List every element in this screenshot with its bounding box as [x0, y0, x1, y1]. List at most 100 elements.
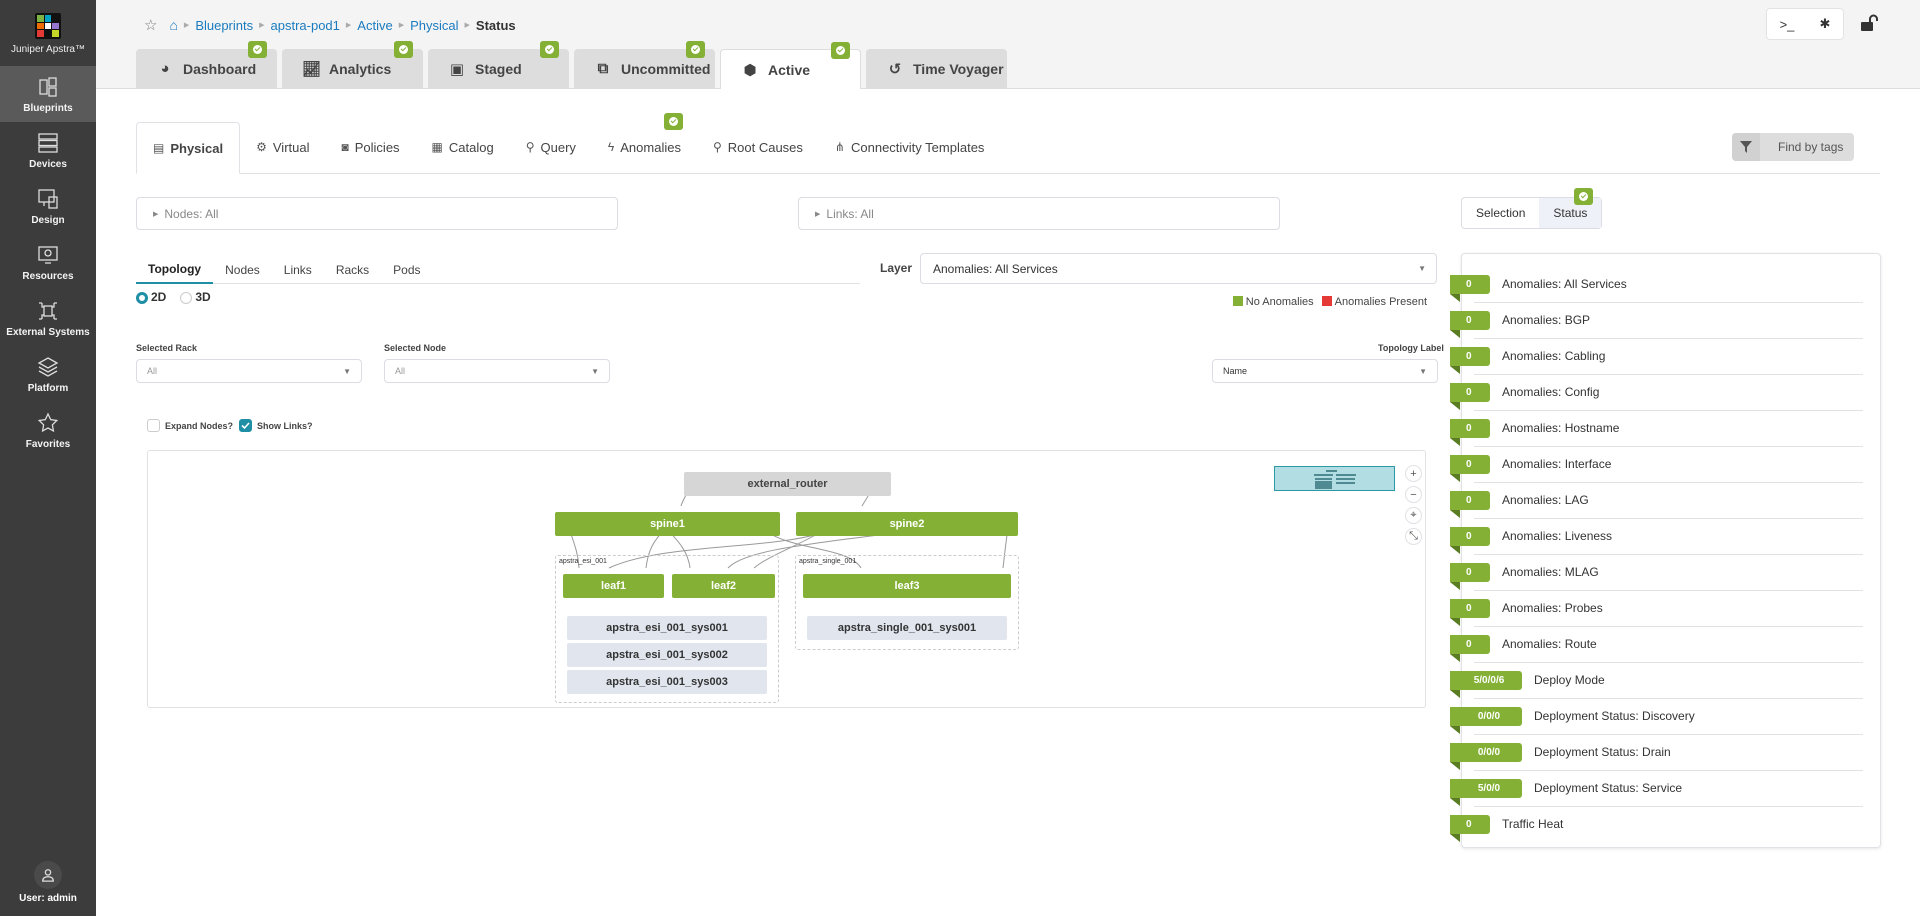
fit-view-button[interactable]: ⤡	[1405, 528, 1422, 545]
radio-2d[interactable]: 2D	[136, 290, 166, 304]
node-leaf2[interactable]: leaf2	[672, 574, 775, 598]
status-layer-item[interactable]: 0 Anomalies: Cabling	[1450, 347, 1870, 383]
checkbox[interactable]	[239, 419, 252, 432]
sidebar-item-external-systems[interactable]: External Systems	[0, 290, 96, 346]
breadcrumb-physical[interactable]: Physical	[410, 18, 458, 33]
links-filter[interactable]: ▶ Links: All	[798, 197, 1280, 230]
bug-icon[interactable]: ✱	[1820, 16, 1831, 32]
tab-active[interactable]: ⬢ Active	[720, 42, 861, 89]
node-leaf3[interactable]: leaf3	[803, 574, 1011, 598]
find-by-tags-button[interactable]: Find by tags	[1732, 133, 1854, 161]
zoom-in-button[interactable]: +	[1405, 465, 1422, 482]
topology-canvas[interactable]: external_router spine1 spine2 apstra_esi…	[147, 450, 1426, 708]
selection-toggle[interactable]: Selection	[1462, 198, 1539, 228]
view-tab-pods[interactable]: Pods	[381, 256, 432, 284]
subtab-policies[interactable]: ◙ Policies	[326, 121, 416, 173]
node-system[interactable]: apstra_esi_001_sys002	[567, 643, 767, 667]
tab-uncommitted[interactable]: ⧉ Uncommitted	[574, 41, 715, 88]
sidebar-item-label: Platform	[27, 382, 69, 394]
node-spine1[interactable]: spine1	[555, 512, 780, 536]
sidebar-item-resources[interactable]: Resources	[0, 234, 96, 290]
view-tab-links[interactable]: Links	[272, 256, 324, 284]
zoom-out-button[interactable]: −	[1405, 486, 1422, 503]
status-layer-label: Anomalies: Cabling	[1502, 349, 1606, 363]
recenter-button[interactable]: ⌖	[1405, 507, 1422, 524]
active-icon: ⬢	[743, 61, 757, 79]
badge-fold	[1450, 582, 1460, 590]
breadcrumb-blueprint[interactable]: apstra-pod1	[271, 18, 340, 33]
status-layer-item[interactable]: 0 Anomalies: LAG	[1450, 491, 1870, 527]
sidebar-item-favorites[interactable]: Favorites	[0, 402, 96, 458]
tab-dashboard[interactable]: ◕ Dashboard	[136, 41, 277, 88]
status-layer-item[interactable]: 0 Anomalies: All Services	[1450, 275, 1870, 311]
node-spine2[interactable]: spine2	[796, 512, 1018, 536]
status-count-badge: 0	[1450, 563, 1490, 582]
checkbox[interactable]	[147, 419, 160, 432]
breadcrumb-blueprints[interactable]: Blueprints	[195, 18, 253, 33]
radio-button[interactable]	[180, 291, 193, 304]
home-icon[interactable]: ⌂	[169, 17, 177, 33]
favorite-star-icon[interactable]: ☆	[144, 16, 157, 34]
sidebar-item-design[interactable]: Design	[0, 178, 96, 234]
status-layer-item[interactable]: 0 Anomalies: MLAG	[1450, 563, 1870, 599]
status-count-badge: 0	[1450, 527, 1490, 546]
view-tab-racks[interactable]: Racks	[324, 256, 381, 284]
status-layer-item[interactable]: 0 Anomalies: Interface	[1450, 455, 1870, 491]
radio-3d[interactable]: 3D	[180, 290, 211, 304]
node-system[interactable]: apstra_single_001_sys001	[807, 616, 1007, 640]
status-count-badge: 0	[1450, 815, 1490, 834]
topology-label-select[interactable]: Name ▼	[1212, 359, 1438, 383]
view-tab-nodes[interactable]: Nodes	[213, 256, 272, 284]
links-filter-label: Links: All	[826, 206, 874, 221]
node-system[interactable]: apstra_esi_001_sys001	[567, 616, 767, 640]
node-external-router[interactable]: external_router	[684, 472, 891, 496]
sidebar-item-platform[interactable]: Platform	[0, 346, 96, 402]
status-layer-item[interactable]: 5/0/0/6 Deploy Mode	[1450, 671, 1870, 707]
breadcrumb-active[interactable]: Active	[357, 18, 392, 33]
status-count-badge: 0	[1450, 635, 1490, 654]
sidebar-item-devices[interactable]: Devices	[0, 122, 96, 178]
layer-select[interactable]: Anomalies: All Services ▼	[920, 253, 1437, 284]
topology-minimap[interactable]	[1274, 466, 1395, 491]
status-layer-item[interactable]: 0 Anomalies: Liveness	[1450, 527, 1870, 563]
status-layer-item[interactable]: 5/0/0 Deployment Status: Service	[1450, 779, 1870, 815]
user-label: User: admin	[19, 893, 77, 904]
status-layer-item[interactable]: 0 Anomalies: Route	[1450, 635, 1870, 671]
subtab-query[interactable]: ⚲ Query	[510, 121, 592, 173]
status-layer-item[interactable]: 0 Anomalies: Config	[1450, 383, 1870, 419]
tab-staged[interactable]: ▣ Staged	[428, 41, 569, 88]
status-layer-item[interactable]: 0 Anomalies: Probes	[1450, 599, 1870, 635]
subtab-catalog[interactable]: ▦ Catalog	[416, 121, 510, 173]
subtab-virtual[interactable]: ⚙ Virtual	[240, 121, 325, 173]
tab-label: Analytics	[329, 60, 392, 77]
node-leaf1[interactable]: leaf1	[563, 574, 664, 598]
subtab-root-causes[interactable]: ⚲ Root Causes	[697, 121, 819, 173]
subtab-connectivity-templates[interactable]: ⋔ Connectivity Templates	[819, 121, 1001, 173]
subtab-label: Physical	[170, 140, 224, 156]
view-tab-topology[interactable]: Topology	[136, 256, 214, 284]
nodes-filter[interactable]: ▶ Nodes: All	[136, 197, 618, 230]
app-logo[interactable]: Juniper Apstra™	[0, 0, 96, 66]
status-layer-item[interactable]: 0 Anomalies: Hostname	[1450, 419, 1870, 455]
user-menu[interactable]: User: admin	[0, 861, 96, 904]
subtab-physical[interactable]: ▤ Physical	[136, 122, 241, 174]
show-links-checkbox[interactable]: Show Links?	[239, 419, 313, 432]
sidebar-item-blueprints[interactable]: Blueprints	[0, 66, 96, 122]
status-layer-item[interactable]: 0/0/0 Deployment Status: Discovery	[1450, 707, 1870, 743]
radio-button[interactable]	[136, 291, 148, 304]
tab-analytics[interactable]: 📈︎ Analytics	[282, 41, 423, 88]
node-system[interactable]: apstra_esi_001_sys003	[567, 670, 767, 694]
breadcrumb-separator: ▶	[464, 22, 470, 29]
terminal-icon[interactable]: >_	[1780, 17, 1795, 32]
unlock-icon[interactable]	[1860, 14, 1878, 32]
status-layer-item[interactable]: 0 Anomalies: BGP	[1450, 311, 1870, 347]
status-layer-item[interactable]: 0/0/0 Deployment Status: Drain	[1450, 743, 1870, 779]
selected-rack-select[interactable]: All ▼	[136, 359, 362, 383]
checkbox-label: Show Links?	[257, 420, 313, 431]
subtab-anomalies[interactable]: ϟ Anomalies	[592, 113, 697, 173]
status-layer-item[interactable]: 0 Traffic Heat	[1450, 815, 1870, 851]
tab-time-voyager[interactable]: ↺ Time Voyager	[866, 49, 1007, 88]
expand-nodes-checkbox[interactable]: Expand Nodes?	[147, 419, 233, 432]
selected-node-select[interactable]: All ▼	[384, 359, 610, 383]
physical-icon: ▤	[153, 141, 165, 155]
